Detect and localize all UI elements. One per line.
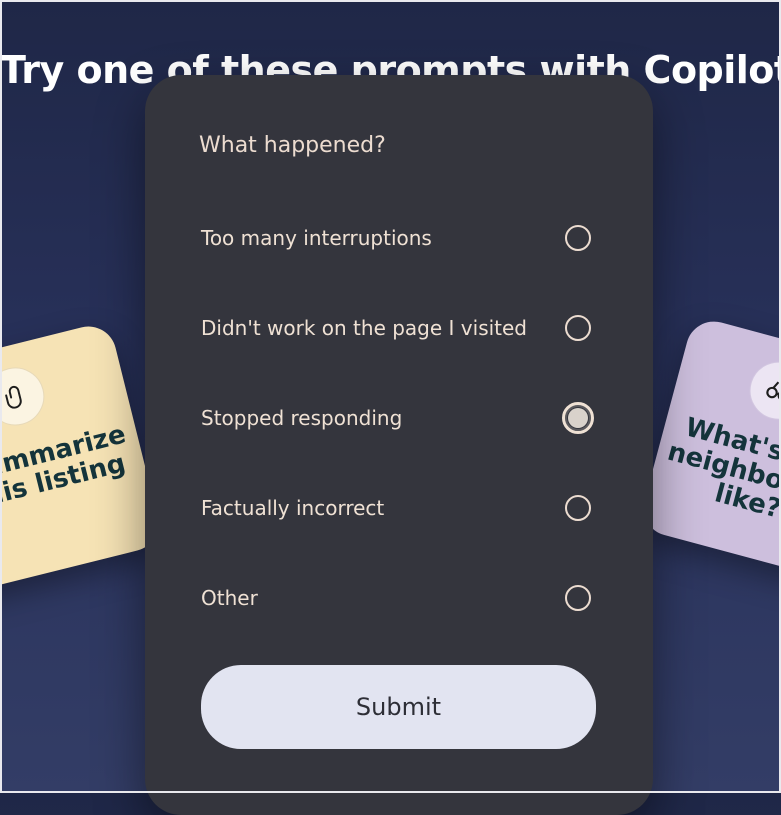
option-label: Too many interruptions [201, 226, 432, 250]
option-too-many-interruptions[interactable]: Too many interruptions [201, 218, 595, 258]
option-label: Stopped responding [201, 406, 403, 430]
option-label: Didn't work on the page I visited [201, 316, 528, 340]
option-stopped-responding[interactable]: Stopped responding [201, 398, 595, 438]
option-label: Factually incorrect [201, 496, 385, 520]
prompt-card-text: Summarize this listing [0, 419, 129, 516]
radio-button[interactable] [565, 315, 591, 341]
prompt-card-summarize[interactable]: Summarize this listing [0, 320, 165, 600]
radio-dot [568, 408, 588, 428]
radio-button-selected[interactable] [562, 402, 594, 434]
feedback-panel: What happened? Too many interruptions Di… [145, 75, 653, 815]
option-label: Other [201, 586, 258, 610]
option-didnt-work[interactable]: Didn't work on the page I visited [201, 308, 595, 348]
submit-button[interactable]: Submit [201, 665, 596, 749]
radio-button[interactable] [565, 585, 591, 611]
prompt-card-neighborhood[interactable]: What's the neighborhood like? [637, 315, 781, 585]
binoculars-icon [743, 355, 781, 427]
feedback-heading: What happened? [199, 133, 386, 158]
radio-button[interactable] [565, 225, 591, 251]
option-factually-incorrect[interactable]: Factually incorrect [201, 488, 595, 528]
option-other[interactable]: Other [201, 578, 595, 618]
prompt-card-text: What's the neighborhood like? [664, 412, 781, 525]
radio-button[interactable] [565, 495, 591, 521]
paperclip-icon [0, 361, 51, 432]
